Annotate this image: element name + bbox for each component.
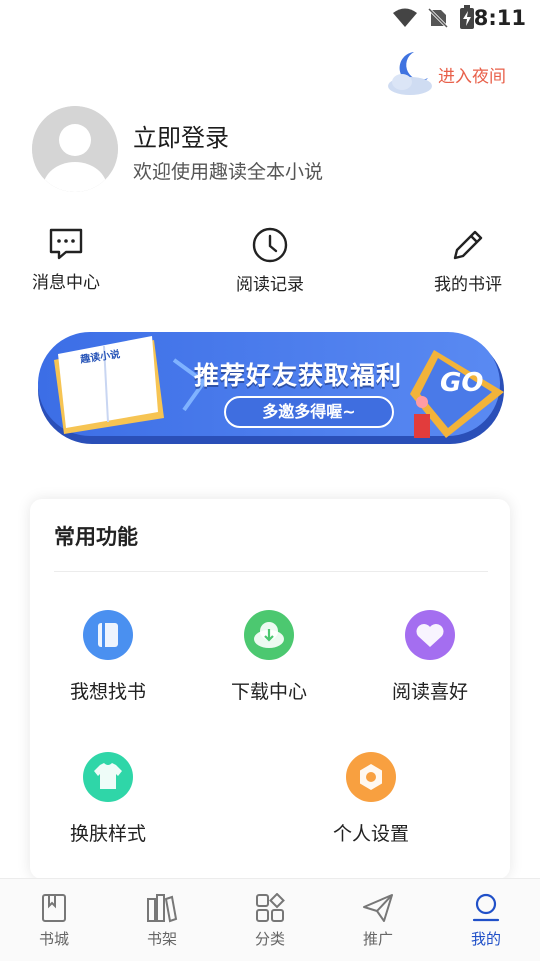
reading-history-label: 阅读记录 (236, 275, 304, 295)
battery-charging-icon (460, 5, 474, 29)
welcome-text: 欢迎使用趣读全本小说 (133, 161, 324, 183)
skin-style-label: 换肤样式 (69, 823, 146, 845)
common-functions-card: 常用功能 我想找书 下载中心 阅读喜好 换肤样式 个人设置 (30, 499, 510, 879)
banner-invite-button[interactable]: 多邀多得喔~ (224, 396, 394, 428)
personal-settings-button[interactable]: 个人设置 (301, 751, 441, 861)
message-icon (49, 228, 83, 260)
reading-history-button[interactable]: 阅读记录 (210, 226, 330, 296)
nav-mine-label: 我的 (470, 930, 501, 948)
nav-bookstore-label: 书城 (38, 930, 69, 948)
no-sim-icon (428, 8, 448, 28)
personal-settings-label: 个人设置 (332, 823, 409, 845)
download-center-label: 下载中心 (230, 681, 307, 703)
message-center-label: 消息中心 (32, 273, 100, 293)
find-book-button[interactable]: 我想找书 (38, 609, 178, 719)
reading-preference-button[interactable]: 阅读喜好 (360, 609, 500, 719)
referral-banner[interactable]: 趣读小说 推荐好友获取福利 多邀多得喔~ GO (34, 330, 506, 448)
nav-category[interactable]: 分类 (230, 893, 310, 953)
night-mode-button[interactable]: 进入夜间 (384, 48, 524, 98)
paper-plane-icon (363, 894, 393, 922)
book-icon (42, 894, 66, 922)
download-center-button[interactable]: 下载中心 (199, 609, 339, 719)
settings-nut-icon (346, 752, 396, 802)
my-reviews-button[interactable]: 我的书评 (408, 226, 528, 296)
status-time: 8:11 (473, 6, 526, 30)
nav-category-label: 分类 (254, 930, 285, 948)
banner-headline: 推荐好友获取福利 (194, 361, 403, 390)
nav-bookshelf[interactable]: 书架 (122, 893, 202, 953)
message-center-button[interactable]: 消息中心 (6, 226, 126, 296)
person-icon (472, 893, 500, 922)
moon-cloud-icon (388, 52, 432, 95)
night-mode-label: 进入夜间 (438, 67, 506, 87)
nav-mine[interactable]: 我的 (446, 893, 526, 953)
banner-invite-label: 多邀多得喔~ (262, 402, 356, 421)
banner-go-text: GO (440, 368, 484, 398)
download-cloud-icon (244, 610, 294, 660)
skin-style-button[interactable]: 换肤样式 (38, 751, 178, 861)
pencil-icon (453, 230, 483, 260)
bookshelf-icon (147, 894, 178, 923)
clock-icon (252, 227, 288, 263)
find-book-label: 我想找书 (69, 681, 146, 703)
category-icon (256, 893, 285, 922)
nav-bookstore[interactable]: 书城 (14, 893, 94, 953)
default-avatar-icon (32, 106, 118, 192)
card-divider (54, 571, 488, 572)
nav-promote-label: 推广 (362, 930, 393, 948)
login-link[interactable]: 立即登录 (133, 118, 229, 153)
reading-preference-label: 阅读喜好 (391, 681, 468, 703)
nav-bookshelf-label: 书架 (146, 930, 177, 948)
wifi-icon (393, 8, 417, 27)
status-bar: 8:11 (0, 0, 540, 36)
bottom-nav: 书城 书架 分类 推广 我的 (0, 878, 540, 961)
avatar[interactable] (32, 106, 118, 192)
shirt-icon (83, 752, 133, 802)
heart-icon (405, 610, 455, 660)
my-reviews-label: 我的书评 (434, 275, 502, 295)
book-icon (83, 610, 133, 660)
nav-promote[interactable]: 推广 (338, 893, 418, 953)
card-title: 常用功能 (54, 525, 138, 549)
